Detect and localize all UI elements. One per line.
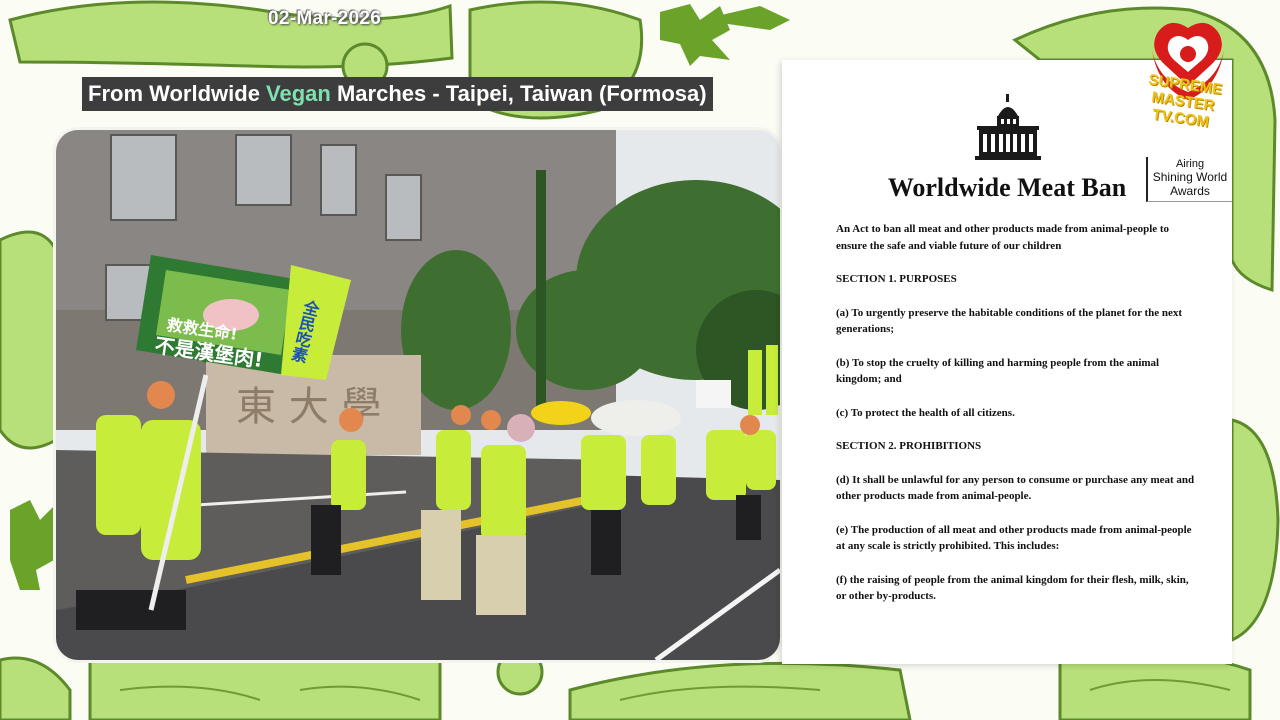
clause-c: (c) To protect the health of all citizen… [836, 406, 1015, 419]
headline-banner: From Worldwide Vegan Marches - Taipei, T… [82, 77, 713, 111]
airing-label: Airing [1175, 158, 1205, 170]
document-intro: An Act to ban all meat and other product… [836, 223, 1170, 252]
headline-text-1: From Worldwide [88, 81, 267, 106]
clause-d: (d) It shall be unlawful for any person … [836, 473, 1195, 503]
document-body: An Act to ban all meat and other product… [836, 221, 1196, 622]
clause-a: (a) To urgently preserve the habitable c… [836, 306, 1183, 336]
airing-badge: Airing Shining World Awards [1146, 157, 1232, 202]
video-frame: 02-Mar-2026 From Worldwide Vegan Marches… [0, 0, 1280, 720]
legal-document: Worldwide Meat Ban An Act to ban all mea… [782, 60, 1232, 664]
capitol-building-icon [975, 94, 1041, 160]
headline-highlight: Vegan [266, 81, 331, 106]
march-scene: 東 大 學 救救生命! 不是漢堡肉! 全民吃素 [56, 130, 780, 660]
clause-b: (b) To stop the cruelty of killing and h… [836, 356, 1160, 386]
section-1-heading: SECTION 1. PURPOSES [836, 273, 957, 285]
broadcast-date: 02-Mar-2026 [268, 8, 382, 29]
headline-text-2: Marches - Taipei, Taiwan (Formosa) [330, 81, 707, 106]
march-photo: 東 大 學 救救生命! 不是漢堡肉! 全民吃素 [56, 130, 780, 660]
section-2-heading: SECTION 2. PROHIBITIONS [836, 440, 982, 452]
clause-f: (f) the raising of people from the anima… [836, 573, 1189, 603]
airing-program: Shining World Awards [1152, 170, 1228, 198]
clause-e: (e) The production of all meat and other… [836, 523, 1192, 553]
